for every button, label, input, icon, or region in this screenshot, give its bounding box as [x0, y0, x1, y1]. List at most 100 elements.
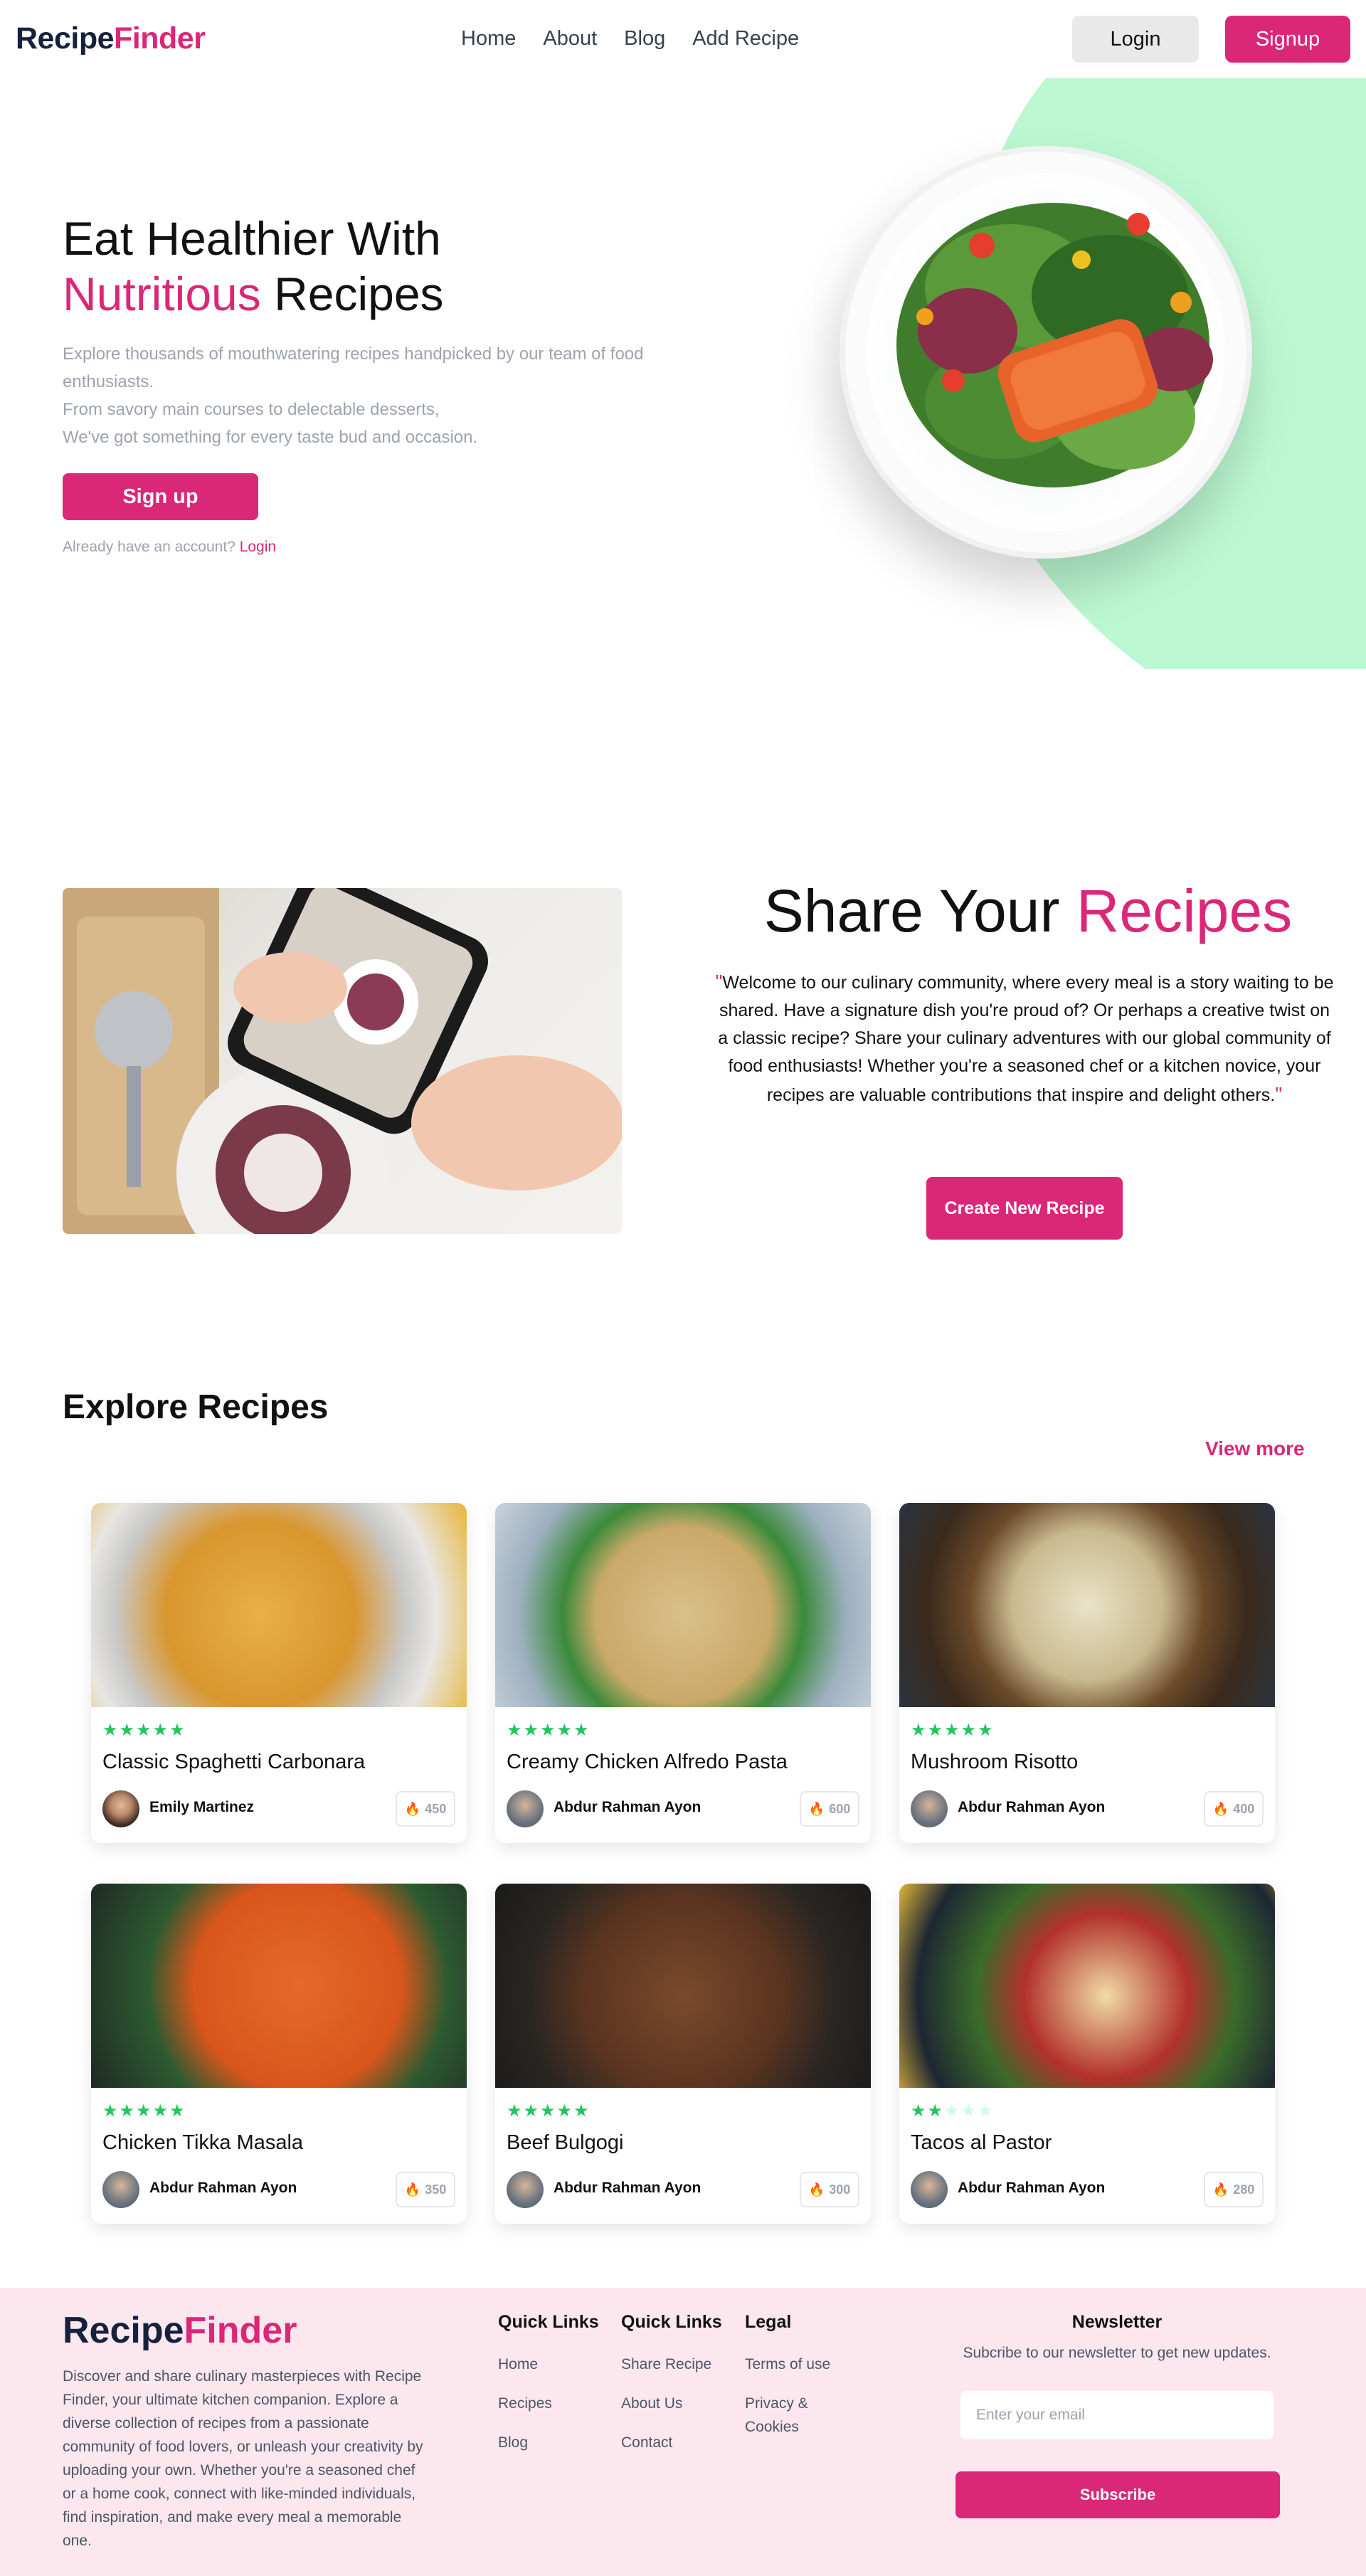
recipe-card[interactable]: ★ ★ ★ ★ ★ Creamy Chicken Alfredo Pasta Abdur R…	[495, 1503, 871, 1843]
footer-description: Discover and share culinary masterpieces…	[63, 2368, 423, 2549]
recipe-title[interactable]: Beef Bulgogi	[507, 2131, 623, 2155]
recipe-image[interactable]	[899, 1884, 1275, 2088]
star-icon: ★	[960, 2101, 977, 2121]
star-icon: ★	[978, 2101, 993, 2121]
star-icon: ★	[136, 1721, 152, 1740]
avatar	[911, 1790, 948, 1827]
footer-logo-part1: Recipe	[63, 2310, 184, 2351]
calorie-badge: 🔥 280	[1204, 2172, 1264, 2207]
calorie-value: 600	[829, 1801, 851, 1816]
quote-close: "	[1275, 1083, 1283, 1105]
account-text: Already have an account?	[63, 539, 235, 555]
calorie-value: 400	[1233, 1801, 1255, 1816]
nav-link-blog[interactable]: Blog	[624, 27, 665, 51]
star-icon: ★	[944, 1721, 960, 1740]
signup-button[interactable]: Signup	[1225, 16, 1350, 63]
recipe-author: Abdur Rahman Ayon	[554, 2180, 701, 2196]
subscribe-button[interactable]: Subscribe	[955, 2471, 1280, 2518]
star-icon: ★	[507, 2101, 522, 2121]
footer-link-home[interactable]: Home	[498, 2353, 599, 2376]
nav-link-about[interactable]: About	[543, 27, 597, 51]
recipe-card[interactable]: ★ ★ ★ ★ ★ Tacos al Pastor Abdur Rahman Ayon 🔥 28…	[899, 1884, 1275, 2224]
recipe-card[interactable]: ★ ★ ★ ★ ★ Beef Bulgogi Abdur Rahman Ayon 🔥 300	[495, 1884, 871, 2224]
footer-logo-part2: Finder	[184, 2310, 297, 2351]
star-icon: ★	[507, 1721, 522, 1740]
newsletter-email-input[interactable]	[960, 2391, 1274, 2439]
recipe-image[interactable]	[91, 1884, 467, 2088]
calorie-value: 350	[425, 2182, 447, 2197]
star-icon: ★	[978, 1721, 993, 1740]
calorie-badge: 🔥 350	[396, 2172, 455, 2207]
recipe-title[interactable]: Mushroom Risotto	[911, 1751, 1078, 1774]
login-button[interactable]: Login	[1072, 16, 1199, 63]
footer-col-title: Quick Links	[621, 2312, 722, 2332]
recipe-card[interactable]: ★ ★ ★ ★ ★ Chicken Tikka Masala Abdur Rahman Ay…	[91, 1884, 467, 2224]
rating-stars: ★ ★ ★ ★ ★	[102, 1720, 185, 1741]
avatar	[507, 2171, 544, 2208]
recipe-image[interactable]	[91, 1503, 467, 1707]
nav-link-home[interactable]: Home	[461, 27, 516, 51]
share-text: Welcome to our culinary community, where…	[718, 973, 1334, 1105]
star-icon: ★	[119, 1721, 135, 1740]
star-icon: ★	[152, 1721, 169, 1740]
footer-link-about-us[interactable]: About Us	[621, 2392, 722, 2415]
star-icon: ★	[911, 1721, 926, 1740]
avatar	[102, 1790, 139, 1827]
logo-part1: Recipe	[16, 21, 115, 56]
hero-title-line1: Eat Healthier With	[63, 212, 441, 265]
footer-logo[interactable]: RecipeFinder	[63, 2309, 297, 2352]
avatar	[911, 2171, 948, 2208]
footer-link-terms[interactable]: Terms of use	[745, 2353, 852, 2376]
nav-link-add-recipe[interactable]: Add Recipe	[692, 27, 799, 51]
footer-link-privacy[interactable]: Privacy & Cookies	[745, 2392, 852, 2439]
footer-link-recipes[interactable]: Recipes	[498, 2392, 599, 2415]
newsletter-title: Newsletter	[1071, 2312, 1163, 2332]
share-title-highlight: Recipes	[1076, 877, 1293, 944]
avatar	[102, 2171, 139, 2208]
create-recipe-button[interactable]: Create New Recipe	[926, 1177, 1123, 1240]
recipe-title[interactable]: Chicken Tikka Masala	[102, 2131, 303, 2155]
share-title-part1: Share Your	[763, 877, 1076, 944]
avatar	[507, 1790, 544, 1827]
recipe-card[interactable]: ★ ★ ★ ★ ★ Classic Spaghetti Carbonara Emily Ma…	[91, 1503, 467, 1843]
recipe-title[interactable]: Creamy Chicken Alfredo Pasta	[507, 1751, 788, 1774]
fire-icon: 🔥	[404, 1801, 421, 1816]
calorie-badge: 🔥 450	[396, 1791, 455, 1827]
recipe-card[interactable]: ★ ★ ★ ★ ★ Mushroom Risotto Abdur Rahman Ayon 🔥 4…	[899, 1503, 1275, 1843]
star-icon: ★	[102, 2101, 118, 2121]
rating-stars: ★ ★ ★ ★ ★	[102, 2101, 185, 2121]
calorie-badge: 🔥 400	[1204, 1791, 1264, 1827]
footer-link-contact[interactable]: Contact	[621, 2431, 722, 2454]
hero-desc-line3: We've got something for every taste bud …	[63, 428, 478, 447]
star-icon: ★	[119, 2101, 135, 2121]
footer-link-share-recipe[interactable]: Share Recipe	[621, 2353, 722, 2376]
recipe-title[interactable]: Classic Spaghetti Carbonara	[102, 1751, 365, 1774]
recipe-title[interactable]: Tacos al Pastor	[911, 2131, 1052, 2155]
logo[interactable]: RecipeFinder	[16, 21, 206, 56]
calorie-value: 300	[829, 2182, 851, 2197]
top-nav: RecipeFinder Home About Blog Add Recipe …	[0, 0, 1366, 80]
recipe-author: Abdur Rahman Ayon	[149, 2180, 297, 2196]
star-icon: ★	[169, 2101, 185, 2121]
footer: RecipeFinder Discover and share culinary…	[0, 2288, 1366, 2576]
recipe-image[interactable]	[495, 1884, 871, 2088]
star-icon: ★	[927, 2101, 943, 2121]
star-icon: ★	[556, 2101, 573, 2121]
hero-login-link[interactable]: Login	[240, 539, 276, 555]
share-photo-image	[63, 888, 622, 1234]
view-more-link[interactable]: View more	[1205, 1437, 1305, 1460]
footer-col-title: Quick Links	[498, 2312, 599, 2332]
footer-link-blog[interactable]: Blog	[498, 2431, 599, 2454]
fire-icon: 🔥	[1212, 1801, 1229, 1816]
hero-signup-button[interactable]: Sign up	[63, 473, 258, 520]
hero-title-rest: Recipes	[260, 268, 444, 320]
hero-desc-line2: From savory main courses to delectable d…	[63, 400, 440, 419]
recipe-image[interactable]	[495, 1503, 871, 1707]
recipe-author: Emily Martinez	[149, 1799, 255, 1815]
rating-stars: ★ ★ ★ ★ ★	[507, 1720, 589, 1741]
share-description: "Welcome to our culinary community, wher…	[715, 968, 1334, 1109]
hero-description: Explore thousands of mouthwatering recip…	[63, 340, 689, 451]
recipe-image[interactable]	[899, 1503, 1275, 1707]
calorie-badge: 🔥 600	[800, 1791, 859, 1827]
fire-icon: 🔥	[808, 1801, 825, 1816]
